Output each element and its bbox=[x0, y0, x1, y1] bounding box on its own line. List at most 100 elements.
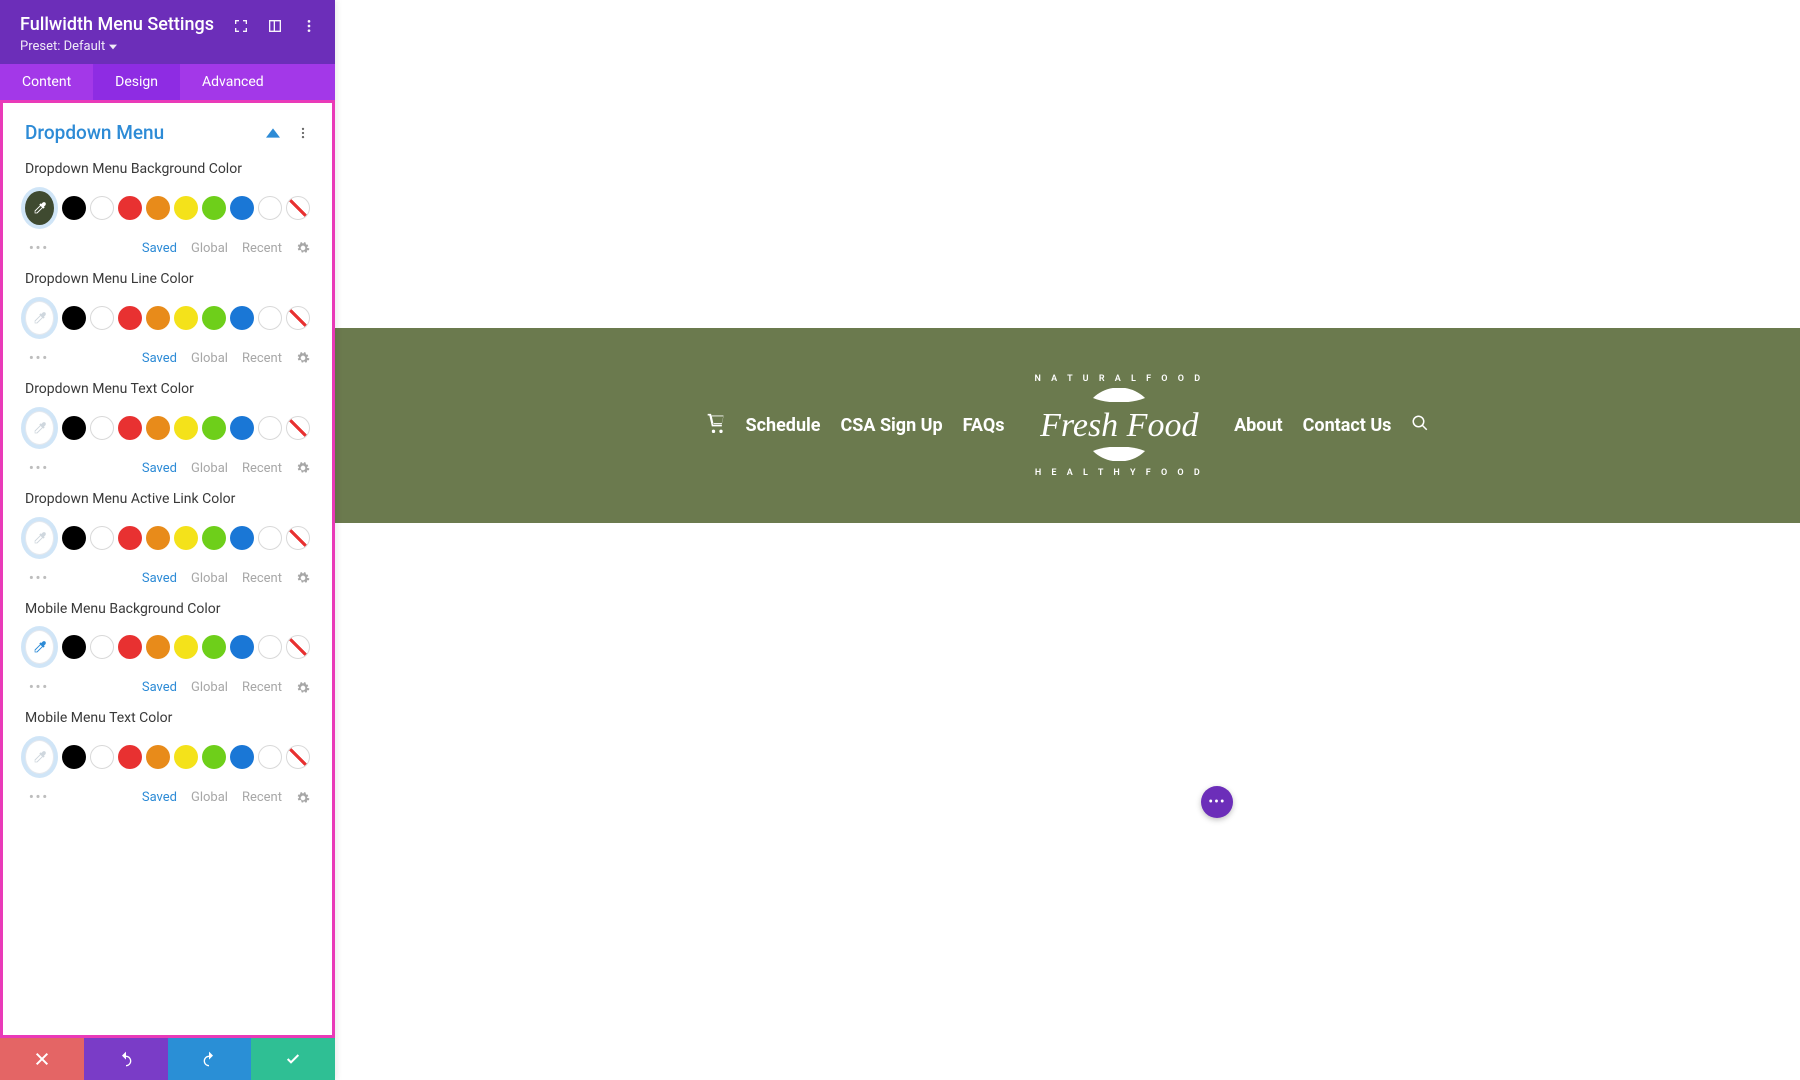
cancel-button[interactable] bbox=[0, 1038, 84, 1080]
color-swatch[interactable] bbox=[174, 306, 198, 330]
gear-icon[interactable] bbox=[296, 241, 310, 255]
tab-design[interactable]: Design bbox=[93, 64, 180, 100]
color-swatch[interactable] bbox=[258, 416, 282, 440]
tab-advanced[interactable]: Advanced bbox=[180, 64, 286, 100]
palette-tab-recent[interactable]: Recent bbox=[242, 790, 282, 805]
color-swatch[interactable] bbox=[230, 306, 254, 330]
gear-icon[interactable] bbox=[296, 791, 310, 805]
color-swatch[interactable] bbox=[90, 745, 114, 769]
color-swatch[interactable] bbox=[174, 745, 198, 769]
color-swatch[interactable] bbox=[230, 745, 254, 769]
palette-tab-global[interactable]: Global bbox=[191, 571, 228, 586]
palette-tab-global[interactable]: Global bbox=[191, 351, 228, 366]
color-swatch[interactable] bbox=[62, 635, 86, 659]
color-swatch[interactable] bbox=[62, 306, 86, 330]
more-icon[interactable] bbox=[301, 18, 317, 34]
color-swatch[interactable] bbox=[90, 306, 114, 330]
color-swatch[interactable] bbox=[146, 196, 170, 220]
menu-item-schedule[interactable]: Schedule bbox=[746, 415, 821, 436]
color-swatch[interactable] bbox=[202, 526, 226, 550]
color-swatch[interactable] bbox=[146, 306, 170, 330]
color-swatch[interactable] bbox=[118, 635, 142, 659]
expand-icon[interactable] bbox=[233, 18, 249, 34]
color-swatch[interactable] bbox=[118, 745, 142, 769]
eyedropper-button[interactable] bbox=[25, 630, 54, 664]
color-swatch[interactable] bbox=[202, 196, 226, 220]
color-swatch[interactable] bbox=[202, 635, 226, 659]
palette-tab-global[interactable]: Global bbox=[191, 241, 228, 256]
palette-tab-saved[interactable]: Saved bbox=[142, 680, 177, 695]
tab-content[interactable]: Content bbox=[0, 64, 93, 100]
color-swatch[interactable] bbox=[118, 526, 142, 550]
color-swatch[interactable] bbox=[146, 526, 170, 550]
palette-tab-saved[interactable]: Saved bbox=[142, 790, 177, 805]
color-swatch[interactable] bbox=[230, 526, 254, 550]
color-swatch[interactable] bbox=[90, 526, 114, 550]
palette-tab-recent[interactable]: Recent bbox=[242, 241, 282, 256]
palette-tab-global[interactable]: Global bbox=[191, 461, 228, 476]
gear-icon[interactable] bbox=[296, 351, 310, 365]
color-swatch[interactable] bbox=[286, 416, 310, 440]
color-swatch[interactable] bbox=[118, 306, 142, 330]
gear-icon[interactable] bbox=[296, 571, 310, 585]
gear-icon[interactable] bbox=[296, 681, 310, 695]
palette-tab-recent[interactable]: Recent bbox=[242, 571, 282, 586]
preset-selector[interactable]: Preset: Default bbox=[20, 39, 214, 54]
eyedropper-button[interactable] bbox=[25, 191, 54, 225]
color-swatch[interactable] bbox=[258, 745, 282, 769]
more-icon[interactable]: ••• bbox=[29, 241, 49, 256]
menu-item-about[interactable]: About bbox=[1234, 415, 1283, 436]
eyedropper-button[interactable] bbox=[25, 740, 54, 774]
menu-item-faqs[interactable]: FAQs bbox=[963, 415, 1005, 436]
color-swatch[interactable] bbox=[118, 196, 142, 220]
color-swatch[interactable] bbox=[286, 635, 310, 659]
search-icon[interactable] bbox=[1411, 414, 1429, 437]
color-swatch[interactable] bbox=[202, 745, 226, 769]
color-swatch[interactable] bbox=[258, 526, 282, 550]
color-swatch[interactable] bbox=[118, 416, 142, 440]
color-swatch[interactable] bbox=[174, 196, 198, 220]
color-swatch[interactable] bbox=[286, 745, 310, 769]
color-swatch[interactable] bbox=[258, 306, 282, 330]
color-swatch[interactable] bbox=[230, 635, 254, 659]
palette-tab-recent[interactable]: Recent bbox=[242, 680, 282, 695]
palette-tab-global[interactable]: Global bbox=[191, 680, 228, 695]
eyedropper-button[interactable] bbox=[25, 521, 54, 555]
color-swatch[interactable] bbox=[146, 416, 170, 440]
color-swatch[interactable] bbox=[202, 306, 226, 330]
logo[interactable]: N A T U R A L F O O D Fresh Food H E A L… bbox=[1025, 374, 1215, 478]
save-button[interactable] bbox=[251, 1038, 335, 1080]
color-swatch[interactable] bbox=[286, 526, 310, 550]
eyedropper-button[interactable] bbox=[25, 301, 54, 335]
color-swatch[interactable] bbox=[174, 416, 198, 440]
redo-button[interactable] bbox=[168, 1038, 252, 1080]
menu-item-contact[interactable]: Contact Us bbox=[1303, 415, 1392, 436]
color-swatch[interactable] bbox=[202, 416, 226, 440]
color-swatch[interactable] bbox=[90, 416, 114, 440]
cart-icon[interactable] bbox=[706, 413, 726, 438]
color-swatch[interactable] bbox=[62, 526, 86, 550]
color-swatch[interactable] bbox=[230, 196, 254, 220]
gear-icon[interactable] bbox=[296, 461, 310, 475]
more-icon[interactable]: ••• bbox=[29, 790, 49, 805]
more-icon[interactable]: ••• bbox=[29, 351, 49, 366]
palette-tab-saved[interactable]: Saved bbox=[142, 241, 177, 256]
color-swatch[interactable] bbox=[230, 416, 254, 440]
color-swatch[interactable] bbox=[174, 526, 198, 550]
layout-icon[interactable] bbox=[267, 18, 283, 34]
color-swatch[interactable] bbox=[258, 196, 282, 220]
palette-tab-saved[interactable]: Saved bbox=[142, 461, 177, 476]
color-swatch[interactable] bbox=[90, 635, 114, 659]
palette-tab-recent[interactable]: Recent bbox=[242, 351, 282, 366]
color-swatch[interactable] bbox=[286, 306, 310, 330]
color-swatch[interactable] bbox=[146, 745, 170, 769]
color-swatch[interactable] bbox=[62, 745, 86, 769]
color-swatch[interactable] bbox=[62, 416, 86, 440]
color-swatch[interactable] bbox=[146, 635, 170, 659]
color-swatch[interactable] bbox=[90, 196, 114, 220]
color-swatch[interactable] bbox=[286, 196, 310, 220]
more-icon[interactable]: ••• bbox=[29, 680, 49, 695]
palette-tab-saved[interactable]: Saved bbox=[142, 351, 177, 366]
more-icon[interactable]: ••• bbox=[29, 571, 49, 586]
floating-more-button[interactable]: ••• bbox=[1201, 786, 1233, 818]
